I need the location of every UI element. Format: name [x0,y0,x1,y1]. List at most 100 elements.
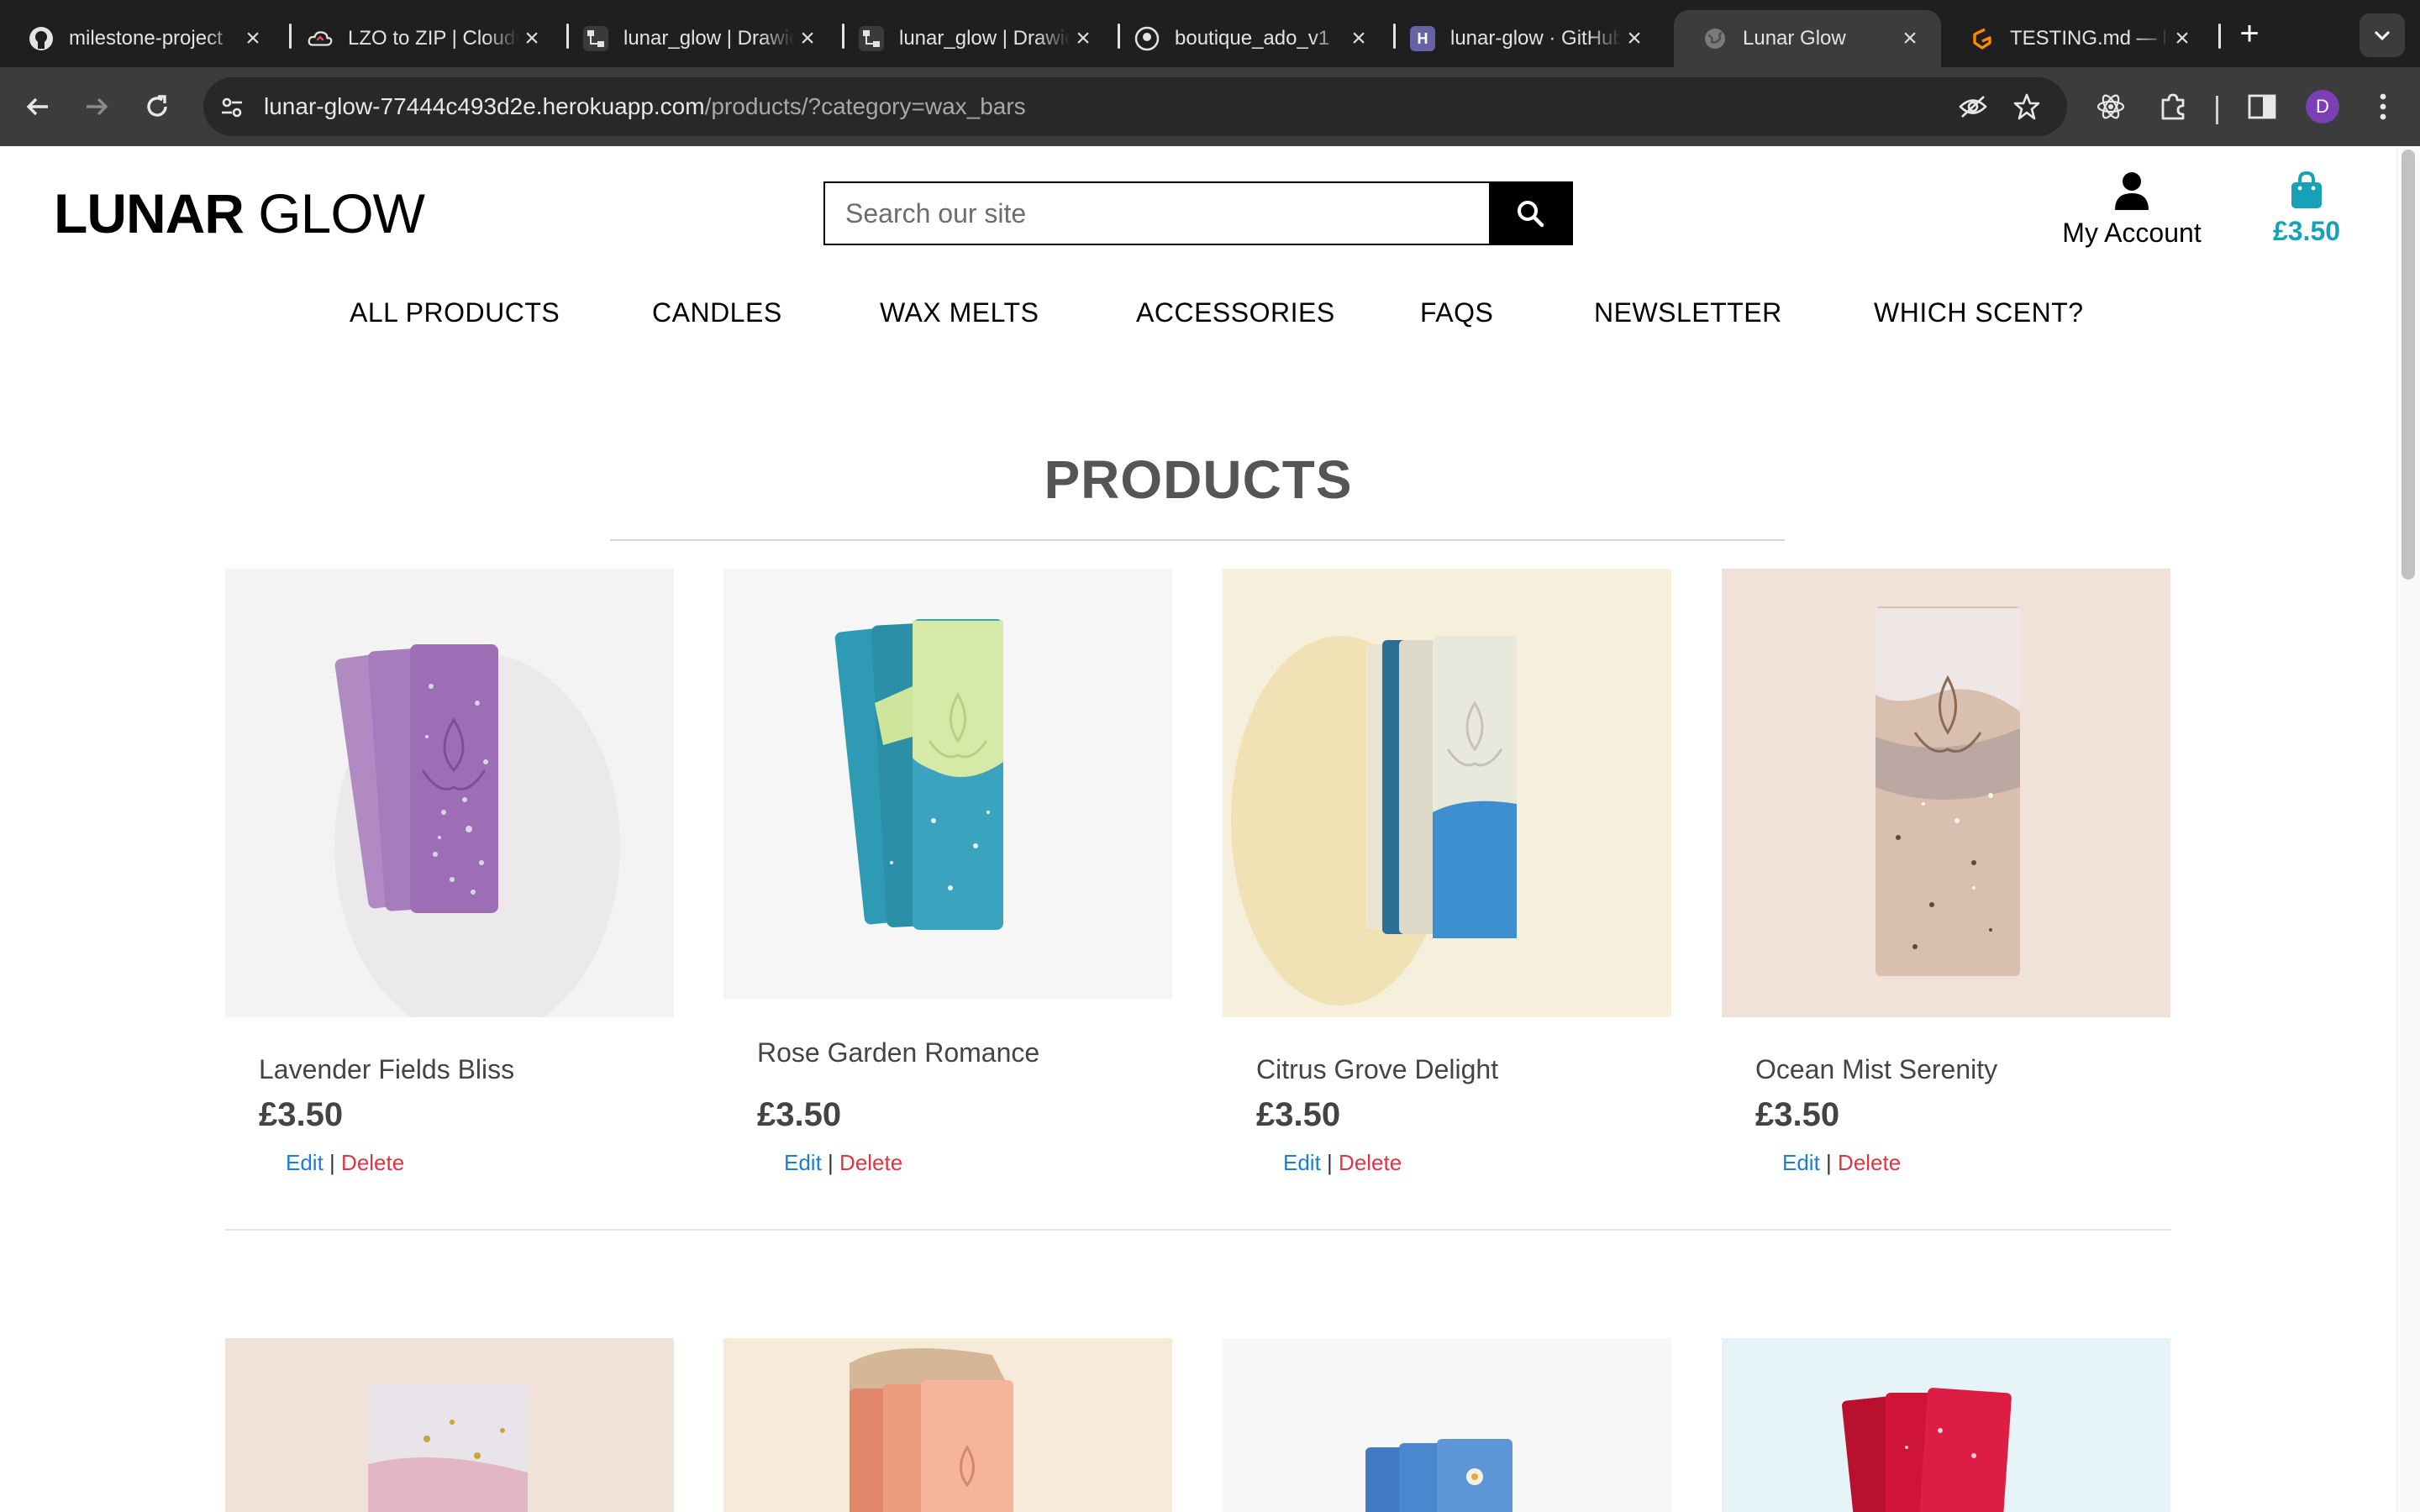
logo-bold-text: LUNAR [54,182,245,244]
admin-actions: Edit | Delete [1283,1150,1402,1176]
product-card: Citrus Grove Delight £3.50 Edit | Delete [1223,569,1671,1190]
nav-faqs[interactable]: FAQS [1420,297,1493,328]
tab-close-icon[interactable]: × [795,26,820,51]
logo-light-text: GLOW [243,182,425,244]
scrollbar-thumb[interactable] [2402,150,2415,580]
cloudconvert-icon [308,26,333,51]
browser-tab[interactable]: milestone-project × [0,10,284,67]
delete-link[interactable]: Delete [1838,1150,1901,1175]
product-name[interactable]: Ocean Mist Serenity [1755,1054,1997,1085]
my-account-label: My Account [2062,218,2202,248]
nav-candles[interactable]: CANDLES [652,297,782,328]
browser-tab[interactable]: lunar_glow | Drawio × [555,10,839,67]
search-form [823,181,1573,245]
drawio-icon [583,26,608,51]
action-separator: | [329,1150,335,1175]
nav-all-products[interactable]: ALL PRODUCTS [350,297,560,328]
tab-search-chevron-icon[interactable] [2360,13,2405,57]
delete-link[interactable]: Delete [1339,1150,1402,1175]
product-card [1722,1338,2170,1512]
browser-tab[interactable]: H lunar-glow · GitHub × [1381,10,1665,67]
tab-close-icon[interactable]: × [519,26,544,51]
profile-avatar[interactable]: D [2306,90,2339,123]
tab-close-icon[interactable]: × [1071,26,1096,51]
product-image[interactable] [1722,569,2170,1017]
bookmark-star-icon[interactable] [2012,92,2042,122]
admin-actions: Edit | Delete [286,1150,404,1176]
react-devtools-icon[interactable] [2094,90,2128,123]
shopping-bag-link[interactable]: £3.50 [2260,171,2353,247]
admin-actions: Edit | Delete [1782,1150,1901,1176]
tab-title: Lunar Glow [1743,27,1846,50]
tab-title: lunar_glow | Drawio [899,27,1071,50]
search-input[interactable] [825,183,1489,244]
new-tab-plus-icon[interactable]: + [2227,17,2272,50]
tab-close-icon[interactable]: × [1346,26,1371,51]
site-info-tune-icon[interactable] [217,92,247,123]
toolbar-divider [2216,96,2218,124]
address-url: lunar-glow-77444c493d2e.herokuapp.com/pr… [264,77,1026,136]
product-card [225,1338,674,1512]
reload-icon[interactable] [136,86,178,128]
product-name[interactable]: Rose Garden Romance [757,1037,1039,1068]
address-bar[interactable]: lunar-glow-77444c493d2e.herokuapp.com/pr… [203,77,2067,136]
nav-accessories[interactable]: ACCESSORIES [1136,297,1335,328]
globe-icon [1702,26,1728,51]
product-image[interactable] [225,569,674,1017]
delete-link[interactable]: Delete [341,1150,404,1175]
my-account-link[interactable]: My Account [2054,171,2210,249]
product-name[interactable]: Lavender Fields Bliss [259,1054,514,1085]
product-image[interactable] [1722,1338,2170,1512]
product-price: £3.50 [757,1096,842,1133]
tab-close-icon[interactable]: × [240,26,266,51]
bag-total: £3.50 [2272,216,2341,246]
product-price: £3.50 [1256,1096,1341,1133]
product-card: Rose Garden Romance £3.50 Edit | Delete [723,569,1172,1190]
tab-title: lunar-glow · GitHub [1450,27,1622,50]
url-host: lunar-glow-77444c493d2e.herokuapp.com [264,93,705,119]
nav-which-scent[interactable]: WHICH SCENT? [1874,297,2084,328]
more-menu-icon[interactable] [2366,90,2400,123]
product-image[interactable] [723,569,1172,999]
product-card [723,1338,1172,1512]
tab-close-icon[interactable]: × [1622,26,1647,51]
edit-link[interactable]: Edit [286,1150,324,1175]
nav-wax-melts[interactable]: WAX MELTS [880,297,1039,328]
github-icon [1134,26,1160,51]
product-image[interactable] [1223,1338,1671,1512]
product-card: Ocean Mist Serenity £3.50 Edit | Delete [1722,569,2170,1190]
search-icon [1518,201,1544,228]
browser-tab[interactable]: TESTING.md — lunar-glow × [1941,10,2213,67]
browser-tab[interactable]: boutique_ado_v1 × [1106,10,1390,67]
side-panel-icon[interactable] [2245,90,2279,123]
forward-arrow-icon[interactable] [76,86,118,128]
tab-close-icon[interactable]: × [1897,26,1923,51]
browser-tab[interactable]: LZO to ZIP | CloudConvert × [279,10,563,67]
product-image[interactable] [1223,569,1671,1017]
delete-link[interactable]: Delete [839,1150,902,1175]
heroku-icon: H [1410,26,1435,51]
search-button[interactable] [1489,183,1571,244]
product-price: £3.50 [259,1096,344,1133]
eye-off-icon[interactable] [1958,92,1988,122]
row-divider [225,1229,2171,1231]
edit-link[interactable]: Edit [784,1150,822,1175]
product-image[interactable] [225,1338,674,1512]
product-card: Lavender Fields Bliss £3.50 Edit | Delet… [225,569,674,1190]
tab-close-icon[interactable]: × [2170,26,2195,51]
github-icon [29,26,54,51]
action-separator: | [828,1150,834,1175]
main-navigation: ALL PRODUCTS CANDLES WAX MELTS ACCESSORI… [0,297,2396,331]
nav-newsletter[interactable]: NEWSLETTER [1594,297,1782,328]
product-name[interactable]: Citrus Grove Delight [1256,1054,1498,1085]
browser-tab[interactable]: lunar_glow | Drawio × [830,10,1114,67]
site-logo[interactable]: LUNAR GLOW [54,182,425,244]
edit-link[interactable]: Edit [1283,1150,1321,1175]
browser-tab-active[interactable]: Lunar Glow × [1674,10,1941,67]
product-image[interactable] [723,1338,1172,1512]
gitpod-icon [1970,26,1995,51]
extensions-puzzle-icon[interactable] [2156,90,2190,123]
back-arrow-icon[interactable] [17,86,59,128]
page-title: PRODUCTS [1044,449,1353,510]
edit-link[interactable]: Edit [1782,1150,1820,1175]
